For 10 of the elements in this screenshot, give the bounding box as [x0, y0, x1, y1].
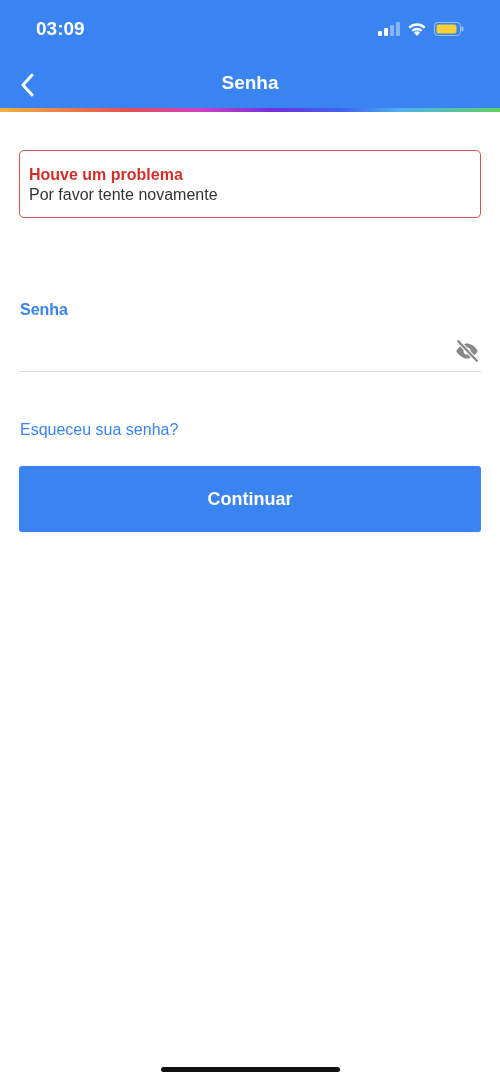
error-message: Por favor tente novamente	[29, 185, 219, 205]
screen-title: Senha	[221, 70, 279, 95]
error-title: Houve um problema	[29, 165, 184, 185]
signal-icon	[378, 22, 400, 36]
continue-button[interactable]: Continuar	[19, 466, 481, 532]
status-time: 03:09	[36, 16, 85, 41]
wifi-icon	[408, 22, 426, 36]
forgot-password-link[interactable]: Esqueceu sua senha?	[20, 418, 179, 442]
battery-icon	[434, 22, 464, 36]
field-label: Senha	[20, 300, 69, 320]
